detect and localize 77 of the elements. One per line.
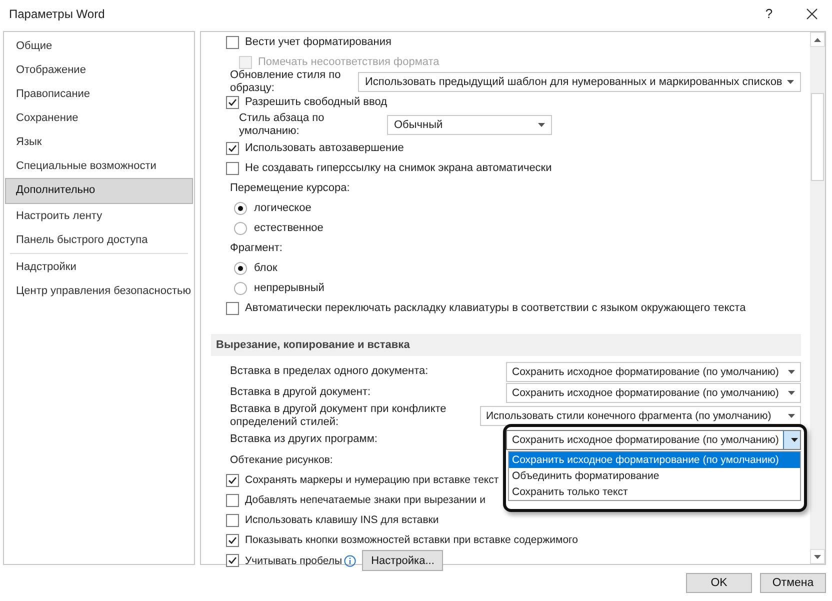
radio-button[interactable]	[234, 202, 247, 214]
help-button[interactable]: ?	[746, 6, 792, 21]
radio-button[interactable]	[234, 222, 247, 234]
checkbox-label: Использовать клавишу INS для вставки	[245, 514, 439, 526]
checkbox[interactable]	[226, 96, 239, 108]
sidebar-item[interactable]: Отображение	[5, 58, 193, 82]
dropdown[interactable]: Обычный	[387, 115, 552, 135]
checkbox[interactable]	[226, 494, 239, 506]
checkbox-label: Использовать автозавершение	[245, 142, 404, 154]
sidebar-item[interactable]: Язык	[5, 130, 193, 154]
sidebar-item[interactable]: Настроить ленту	[5, 204, 193, 228]
dropdown[interactable]: Сохранить исходное форматирование (по умолчанию)	[506, 362, 801, 382]
checkbox-label: Помечать несоответствия формата	[258, 56, 440, 68]
scroll-down-button[interactable]	[810, 549, 825, 564]
scrollbar-thumb[interactable]	[811, 93, 824, 181]
section-header: Вырезание, копирование и вставка	[211, 334, 801, 356]
checkbox-label: Автоматически переключать раскладку клавиатуры в соответствии с языком окружающего текста	[245, 302, 746, 314]
sidebar-item[interactable]: Общие	[5, 34, 193, 58]
caret-icon	[787, 80, 794, 84]
scroll-up-button[interactable]	[810, 32, 825, 47]
up-arrow-icon	[814, 38, 821, 42]
checkbox[interactable]	[226, 36, 239, 48]
caret-icon	[788, 414, 795, 418]
radio-label: блок	[254, 262, 278, 274]
radio-button[interactable]	[234, 282, 247, 294]
checkbox-label: Не создавать гиперссылку на снимок экрана автоматически	[245, 162, 552, 174]
checkbox[interactable]	[226, 554, 239, 567]
dropdown[interactable]: Использовать стили конечного фрагмента (по умолчанию)	[480, 406, 801, 426]
cancel-button[interactable]: Отмена	[760, 573, 826, 593]
scrollbar[interactable]	[810, 32, 825, 564]
checkbox[interactable]	[226, 162, 239, 174]
dropdown-option[interactable]: Сохранить исходное форматирование (по умолчанию)	[509, 452, 800, 468]
checkbox-label: Разрешить свободный ввод	[245, 96, 388, 108]
caret-icon	[790, 438, 798, 442]
caret-icon	[538, 123, 545, 127]
checkbox-label: Показывать кнопки возможностей вставки при вставке содержимого	[245, 534, 578, 546]
caret-icon	[788, 390, 795, 394]
dropdown-option[interactable]: Объединить форматирование	[509, 468, 800, 484]
settings-button[interactable]: Настройка...	[362, 550, 444, 571]
window-title: Параметры Word	[9, 6, 106, 20]
combo-label: Вставка в пределах одного документа:	[230, 365, 430, 378]
checkbox[interactable]	[226, 142, 239, 154]
checkbox[interactable]	[226, 302, 239, 314]
radio-button[interactable]	[234, 262, 247, 274]
combo-label: Стиль абзаца по умолчанию:	[239, 112, 326, 138]
sidebar-item[interactable]: Специальные возможности	[5, 154, 193, 178]
checkbox-label: Учитывать пробелы	[245, 554, 342, 566]
caret-icon	[788, 370, 795, 374]
checkbox[interactable]	[226, 514, 239, 526]
down-arrow-icon	[814, 554, 821, 558]
combo-label: Вставка в другой документ:	[230, 386, 372, 399]
dropdown[interactable]: Сохранить исходное форматирование (по умолчанию)	[506, 382, 801, 402]
checkbox[interactable]	[226, 474, 239, 486]
sidebar-item[interactable]: Сохранение	[5, 106, 193, 130]
radio-label: естественное	[254, 222, 324, 234]
option-label: Обтекание рисунков:	[230, 454, 333, 466]
combo-label: Обновление стиля по образцу:	[230, 69, 342, 95]
sidebar-item[interactable]: Дополнительно	[5, 178, 193, 204]
close-icon	[806, 8, 818, 20]
sidebar-item[interactable]: Центр управления безопасностью	[5, 279, 193, 303]
sidebar-item[interactable]: Надстройки	[5, 255, 193, 279]
combo-label: Вставка в другой документ при конфликте определений стилей:	[230, 403, 448, 429]
ok-button[interactable]: OK	[686, 573, 752, 593]
dropdown[interactable]: Сохранить исходное форматирование (по умолчанию)	[506, 430, 801, 450]
dropdown-option[interactable]: Сохранить только текст	[509, 484, 800, 500]
sidebar-item[interactable]: Правописание	[5, 82, 193, 106]
checkbox-label: Вести учет форматирования	[245, 36, 392, 48]
radio-label: непрерывный	[254, 282, 324, 294]
radio-label: логическое	[254, 202, 312, 214]
checkbox[interactable]	[226, 534, 239, 546]
group-label: Перемещение курсора:	[230, 182, 350, 194]
group-label: Фрагмент:	[230, 242, 282, 254]
sidebar-item[interactable]: Панель быстрого доступа	[5, 228, 193, 252]
checkbox-label: Сохранять маркеры и нумерацию при вставке текст	[245, 474, 499, 486]
combo-label: Вставка из других программ:	[230, 433, 378, 446]
dropdown[interactable]: Использовать предыдущий шаблон для нумерованных и маркированных списков	[358, 72, 801, 92]
checkbox-label: Добавлять непечатаемые знаки при вырезании и	[245, 494, 486, 506]
